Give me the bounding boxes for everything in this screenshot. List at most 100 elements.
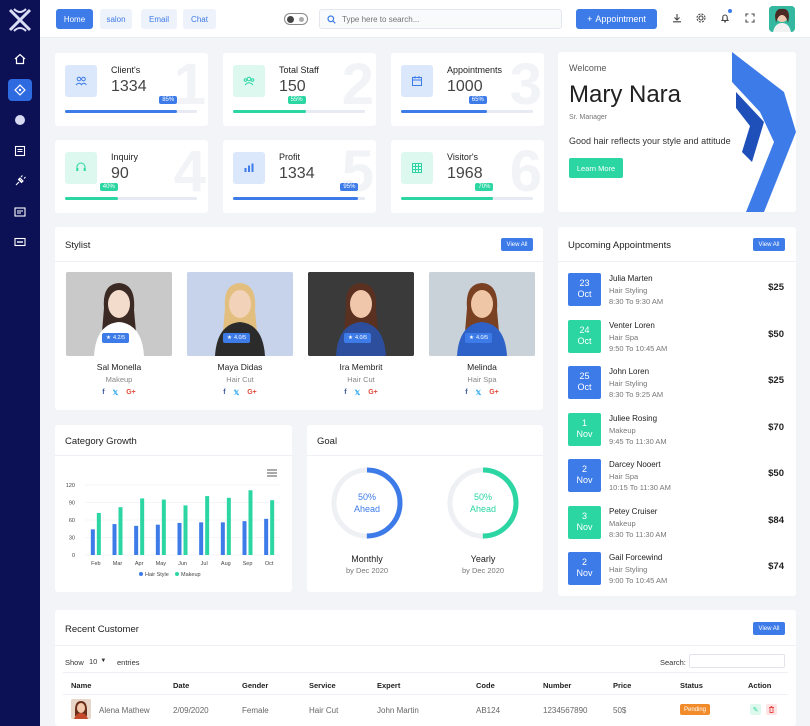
chart-bar[interactable] [199,522,204,555]
stat-progress-fill [401,110,487,113]
chart-bar[interactable] [220,522,225,555]
nav-chat[interactable]: Chat [183,9,216,29]
chart-bar[interactable] [118,507,123,555]
table-column-header[interactable]: Action [748,681,771,690]
chart-bar[interactable] [96,513,101,555]
facebook-icon[interactable]: f [344,389,346,397]
stylist-photo[interactable]: ★ 4.2/5 [66,272,172,356]
search-input[interactable] [342,13,552,26]
dashboard-icon[interactable] [8,79,32,101]
appointment-time: 8:30 To 9:30 AM [609,297,664,306]
table-column-header[interactable]: Expert [377,681,400,690]
table-column-header[interactable]: Service [309,681,336,690]
stat-card[interactable]: 3 Appointments 1000 65% [391,53,544,126]
welcome-greeting: Welcome [569,63,607,73]
stat-card[interactable]: 6 Visitor's 1968 70% [391,140,544,213]
table-column-header[interactable]: Name [71,681,91,690]
appointment-month: Oct [577,289,592,299]
chart-bar[interactable] [177,522,182,555]
plug-icon[interactable] [8,170,32,192]
chart-bar[interactable] [134,525,139,555]
chart-bar[interactable] [264,518,269,555]
stylist-photo[interactable]: ★ 4.0/5 [429,272,535,356]
appointment-client[interactable]: Julia Marten [609,274,653,283]
nav-salon[interactable]: salon [100,9,132,29]
user-avatar[interactable] [769,6,795,32]
chart-bar[interactable] [183,505,188,555]
home-icon[interactable] [8,48,32,70]
facebook-icon[interactable]: f [223,389,225,397]
chart-bar[interactable] [90,529,95,555]
table-column-header[interactable]: Date [173,681,189,690]
stylist-view-all-button[interactable]: View All [501,238,533,251]
google-plus-icon[interactable]: G+ [368,389,378,397]
app-logo[interactable] [6,6,34,34]
upcoming-view-all-button[interactable]: View All [753,238,785,251]
chart-bar[interactable] [242,521,247,555]
add-appointment-button[interactable]: + Appointment [576,9,657,29]
table-column-header[interactable]: Code [476,681,495,690]
appointment-button-label: Appointment [595,14,646,24]
appointment-client[interactable]: Petey Cruiser [609,507,657,516]
twitter-icon[interactable]: 𝕏 [113,389,119,397]
stat-card[interactable]: 2 Total Staff 150 55% [223,53,376,126]
facebook-icon[interactable]: f [465,389,467,397]
google-plus-icon[interactable]: G+ [489,389,499,397]
search-box[interactable] [319,9,562,29]
circle-icon[interactable] [8,109,32,131]
entries-select[interactable]: 10 ▼ [89,655,115,667]
chart-bar[interactable] [161,499,166,555]
chart-bar[interactable] [226,497,231,555]
customer-view-all-button[interactable]: View All [753,622,785,635]
appointment-client[interactable]: John Loren [609,367,649,376]
stat-bg-number: 4 [173,140,206,204]
goal-divider [307,455,543,456]
chart-bar[interactable] [112,524,117,555]
edit-icon[interactable]: ✎ [750,704,761,715]
twitter-icon[interactable]: 𝕏 [234,389,240,397]
gear-icon[interactable] [695,12,707,24]
theme-toggle[interactable] [284,13,308,25]
card-icon[interactable] [8,231,32,253]
stat-card[interactable]: 4 Inquiry 90 40% [55,140,208,213]
fullscreen-icon[interactable] [744,12,756,24]
chart-bar[interactable] [205,496,210,555]
stylist-photo[interactable]: ★ 4.0/5 [308,272,414,356]
google-plus-icon[interactable]: G+ [247,389,257,397]
twitter-icon[interactable]: 𝕏 [355,389,361,397]
chart-bar[interactable] [140,498,145,555]
appointment-date-badge: 24 Oct [568,319,601,353]
media-icon[interactable] [8,201,32,223]
table-cell: 2/09/2020 [173,706,209,715]
rating-badge: ★ 4.2/5 [102,333,130,343]
nav-home[interactable]: Home [56,9,93,29]
table-column-header[interactable]: Status [680,681,703,690]
stat-card[interactable]: 5 Profit 1334 95% [223,140,376,213]
x-tick-label: Oct [265,561,274,567]
twitter-icon[interactable]: 𝕏 [476,389,482,397]
appointment-client[interactable]: Darcey Nooert [609,460,661,469]
facebook-icon[interactable]: f [102,389,104,397]
appointment-client[interactable]: Juliee Rosing [609,414,657,423]
delete-icon[interactable] [766,704,777,715]
chart-bar[interactable] [248,490,253,555]
download-icon[interactable] [671,12,683,24]
table-search-input[interactable] [689,654,785,668]
stat-percent-badge: 85% [159,96,178,104]
learn-more-button[interactable]: Learn More [569,158,623,178]
stat-value: 150 [279,78,306,95]
chart-bar[interactable] [270,500,275,555]
table-column-header[interactable]: Price [613,681,631,690]
bell-icon[interactable] [719,9,732,24]
stat-card[interactable]: 1 Client's 1334 85% [55,53,208,126]
table-column-header[interactable]: Number [543,681,571,690]
appointment-client[interactable]: Gail Forcewind [609,553,662,562]
document-icon[interactable] [8,140,32,162]
google-plus-icon[interactable]: G+ [126,389,136,397]
appointment-client[interactable]: Venter Loren [609,321,655,330]
stylist-photo[interactable]: ★ 4.0/5 [187,272,293,356]
nav-email[interactable]: Email [141,9,177,29]
upcoming-title: Upcoming Appointments [568,240,671,251]
table-column-header[interactable]: Gender [242,681,268,690]
chart-bar[interactable] [155,524,160,555]
